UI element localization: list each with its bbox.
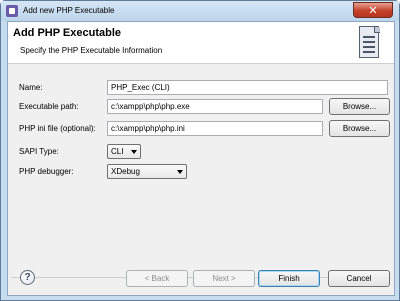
page-title: Add PHP Executable [13, 27, 121, 39]
back-button[interactable]: < Back [126, 270, 188, 287]
name-label: Name: [19, 83, 43, 92]
chevron-down-icon [131, 150, 137, 154]
finish-button[interactable]: Finish [258, 270, 320, 287]
php-debugger-value: XDebug [111, 167, 140, 176]
browse-ini-button[interactable]: Browse... [329, 120, 390, 137]
dialog-window: Add new PHP Executable ✕ Add PHP Executa… [0, 0, 400, 301]
page-subtitle: Specify the PHP Executable Information [20, 46, 163, 55]
title-bar[interactable]: Add new PHP Executable ✕ [1, 1, 399, 21]
sapi-type-value: CLI [111, 147, 124, 156]
browse-executable-button[interactable]: Browse... [329, 98, 390, 115]
cancel-button[interactable]: Cancel [328, 270, 390, 287]
close-button[interactable]: ✕ [353, 2, 393, 18]
executable-path-field[interactable]: c:\xampp\php\php.exe [107, 99, 323, 114]
php-ini-label: PHP ini file (optional): [19, 124, 96, 133]
executable-path-label: Executable path: [19, 102, 79, 111]
php-debugger-select[interactable]: XDebug [107, 164, 187, 179]
window-title: Add new PHP Executable [23, 6, 115, 15]
dialog-body: Add PHP Executable Specify the PHP Execu… [7, 21, 395, 296]
app-icon [6, 5, 18, 17]
wizard-document-icon [359, 26, 380, 58]
php-debugger-label: PHP debugger: [19, 167, 74, 176]
php-ini-field[interactable]: c:\xampp\php\php.ini [107, 121, 323, 136]
wizard-header: Add PHP Executable Specify the PHP Execu… [8, 22, 394, 64]
chevron-down-icon [177, 170, 183, 174]
form-panel: Name: PHP_Exec (CLI) Executable path: c:… [11, 73, 391, 278]
sapi-type-select[interactable]: CLI [107, 144, 141, 159]
name-field[interactable]: PHP_Exec (CLI) [107, 80, 388, 95]
sapi-type-label: SAPI Type: [19, 147, 59, 156]
help-icon[interactable]: ? [20, 270, 35, 285]
next-button[interactable]: Next > [193, 270, 255, 287]
